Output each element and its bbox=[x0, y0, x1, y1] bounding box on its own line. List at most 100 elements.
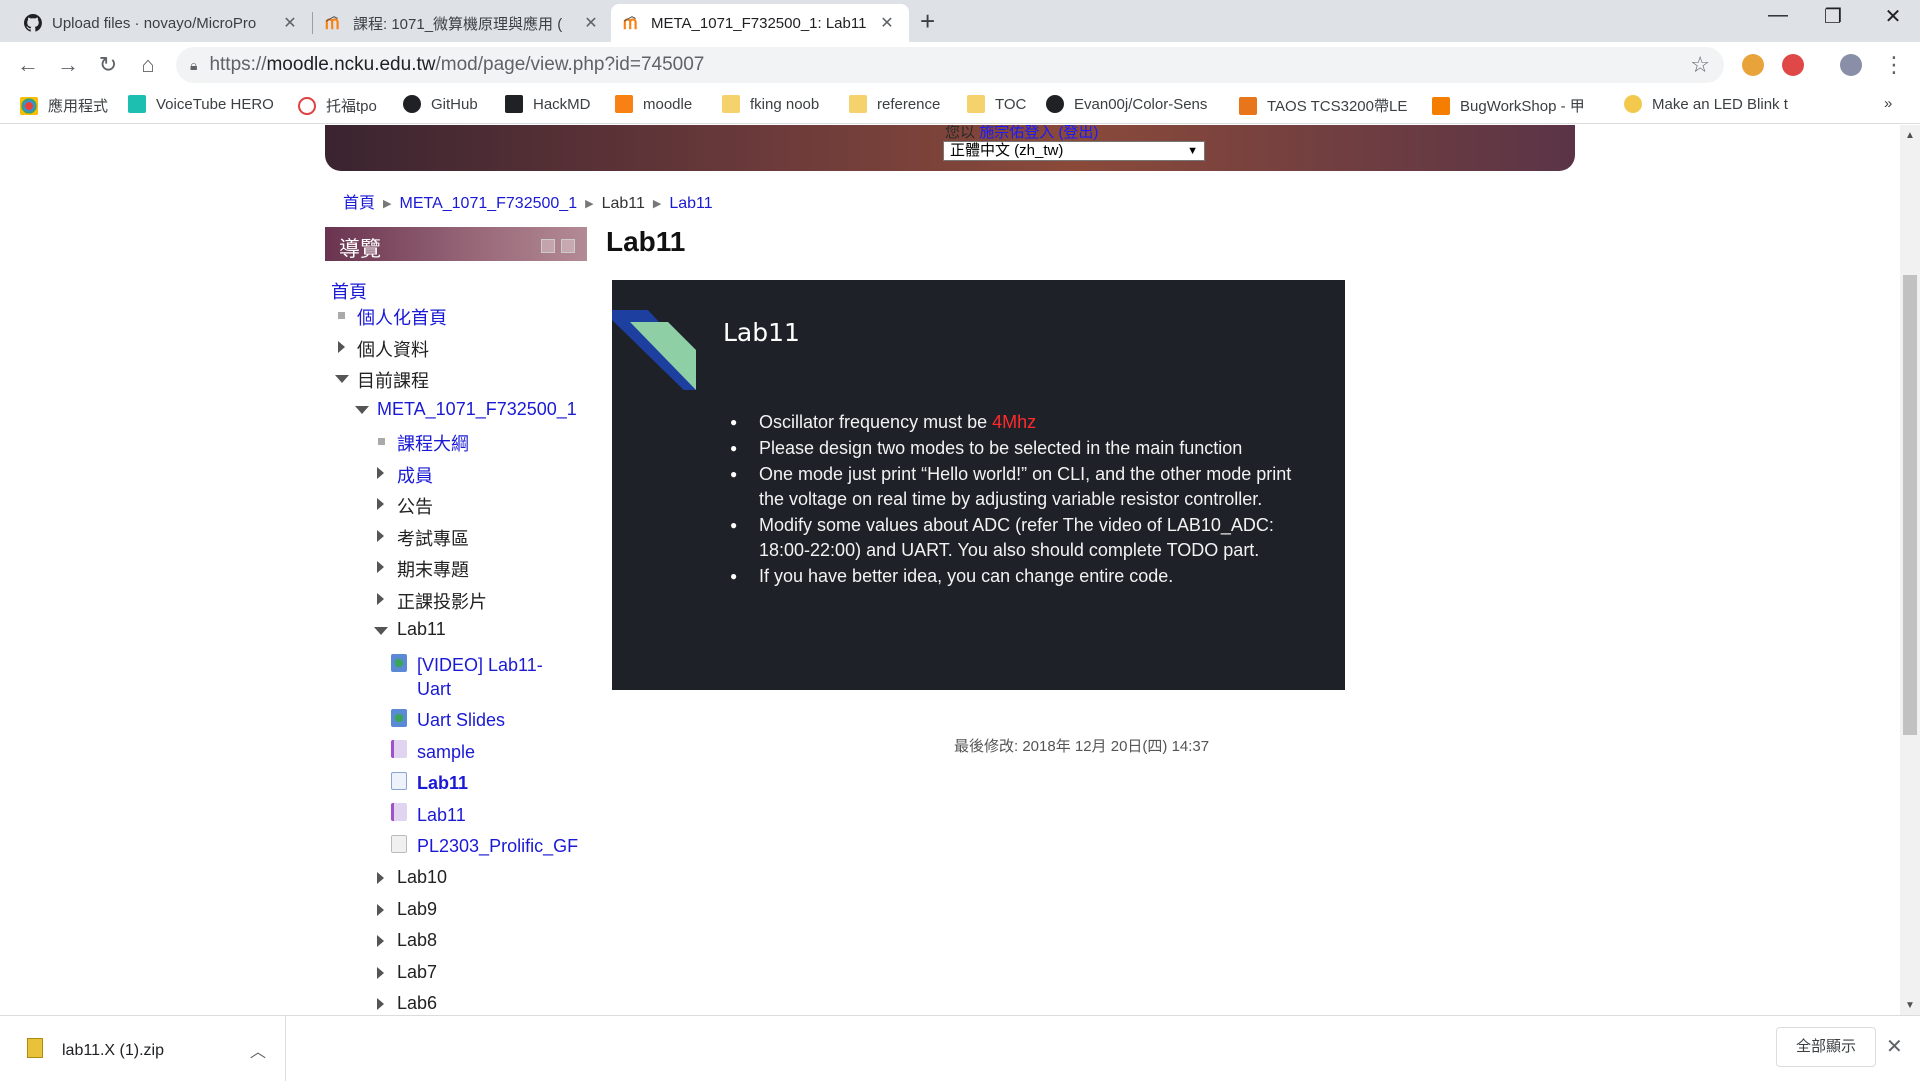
scroll-up-icon[interactable]: ▲ bbox=[1903, 130, 1917, 141]
nav-syllabus[interactable]: 課程大綱 bbox=[397, 430, 469, 456]
nav-video-lab11[interactable]: [VIDEO] Lab11- bbox=[417, 655, 543, 676]
close-window-button[interactable]: ✕ bbox=[1873, 4, 1913, 29]
nav-announcements[interactable]: 公告 bbox=[397, 493, 433, 519]
nav-lab6[interactable]: Lab6 bbox=[397, 993, 437, 1014]
nav-lecture-slides[interactable]: 正課投影片 bbox=[397, 588, 487, 614]
breadcrumb-current[interactable]: Lab11 bbox=[669, 195, 712, 212]
bookmarks-overflow-button[interactable]: » bbox=[1884, 95, 1892, 112]
back-arrow-icon[interactable]: ← bbox=[14, 52, 42, 78]
nav-participants[interactable]: 成員 bbox=[397, 462, 433, 488]
nav-lab10[interactable]: Lab10 bbox=[397, 867, 447, 888]
nav-sample[interactable]: sample bbox=[417, 742, 475, 763]
page-title: Lab11 bbox=[606, 226, 686, 257]
extension-shield-icon[interactable] bbox=[1782, 54, 1804, 76]
restore-button[interactable]: ❐ bbox=[1813, 4, 1853, 29]
logout-link[interactable]: 施宗佑登入 (登出) bbox=[979, 125, 1098, 141]
extension-people-icon[interactable] bbox=[1742, 54, 1764, 76]
reload-icon[interactable]: ↻ bbox=[94, 52, 122, 78]
nav-lab11-file[interactable]: Lab11 bbox=[417, 805, 466, 826]
bookmark-apps[interactable]: 應用程式 bbox=[20, 95, 108, 116]
bookmark-voicetube[interactable]: VoiceTube HERO bbox=[128, 95, 274, 113]
bookmark-label: Evan00j/Color-Sens bbox=[1074, 95, 1208, 113]
language-select[interactable]: 正體中文 (zh_tw) ▼ bbox=[943, 141, 1205, 161]
hackmd-icon bbox=[505, 95, 523, 113]
profile-avatar[interactable] bbox=[1840, 54, 1862, 76]
show-all-downloads-button[interactable]: 全部顯示 bbox=[1776, 1027, 1876, 1067]
expand-arrow-icon[interactable] bbox=[377, 530, 384, 542]
expand-arrow-icon[interactable] bbox=[377, 467, 384, 479]
close-tab-icon[interactable]: ✕ bbox=[280, 13, 300, 33]
nav-final-project[interactable]: 期末專題 bbox=[397, 556, 469, 582]
bookmark-github[interactable]: GitHub bbox=[403, 95, 478, 113]
bookmark-taos[interactable]: TAOS TCS3200帶LE bbox=[1239, 95, 1407, 116]
bookmark-folder-fking-noob[interactable]: fking noob bbox=[722, 95, 819, 113]
forward-arrow-icon[interactable]: → bbox=[54, 52, 82, 78]
expand-arrow-icon[interactable] bbox=[377, 935, 384, 947]
bookmark-moodle[interactable]: moodle bbox=[615, 95, 692, 113]
nav-lab11-section[interactable]: Lab11 bbox=[397, 619, 446, 640]
nav-dashboard[interactable]: 個人化首頁 bbox=[357, 304, 447, 330]
nav-course-meta[interactable]: META_1071_F732500_1 bbox=[377, 399, 577, 420]
folder-icon bbox=[722, 95, 740, 113]
tab-upload-files[interactable]: Upload files · novayo/MicroPro ✕ bbox=[12, 4, 312, 42]
close-tab-icon[interactable]: ✕ bbox=[877, 13, 897, 33]
expand-arrow-icon[interactable] bbox=[377, 904, 384, 916]
nav-exam-area[interactable]: 考試專區 bbox=[397, 525, 469, 551]
bookmark-folder-toc[interactable]: TOC bbox=[967, 95, 1026, 113]
bookmark-folder-reference[interactable]: reference bbox=[849, 95, 940, 113]
new-tab-button[interactable]: + bbox=[920, 6, 935, 37]
expand-arrow-icon[interactable] bbox=[377, 561, 384, 573]
menu-kebab-icon[interactable]: ⋮ bbox=[1880, 52, 1908, 78]
tab-course[interactable]: 課程: 1071_微算機原理與應用 ( ✕ bbox=[313, 4, 613, 42]
nav-lab8[interactable]: Lab8 bbox=[397, 930, 437, 951]
nav-profile[interactable]: 個人資料 bbox=[357, 336, 429, 362]
chevron-up-icon[interactable]: ︿ bbox=[250, 1038, 266, 1062]
bookmark-bugworkshop[interactable]: BugWorkShop - 甲 bbox=[1432, 95, 1585, 116]
collapse-block-icon[interactable] bbox=[541, 239, 555, 253]
nav-video-lab11-cont[interactable]: Uart bbox=[417, 679, 451, 700]
download-item[interactable]: lab11.X (1).zip ︿ bbox=[0, 1016, 286, 1081]
bookmark-led-blink[interactable]: Make an LED Blink t bbox=[1624, 95, 1788, 113]
bookmark-hackmd[interactable]: HackMD bbox=[505, 95, 591, 113]
bookmark-tpo[interactable]: 托福tpo bbox=[298, 95, 377, 116]
nav-pl2303-driver[interactable]: PL2303_Prolific_GF bbox=[417, 836, 582, 857]
tab-title: 課程: 1071_微算機原理與應用 ( bbox=[353, 15, 563, 33]
folder-icon bbox=[967, 95, 985, 113]
expand-arrow-icon[interactable] bbox=[338, 341, 345, 353]
close-download-bar-icon[interactable]: ✕ bbox=[1886, 1034, 1903, 1059]
file-icon bbox=[391, 835, 407, 853]
dock-block-icon[interactable] bbox=[561, 239, 575, 253]
bookmark-star-icon[interactable]: ☆ bbox=[1690, 52, 1710, 78]
lock-icon[interactable]: 🔒︎ bbox=[190, 57, 197, 74]
nav-lab7[interactable]: Lab7 bbox=[397, 962, 437, 983]
collapse-arrow-icon[interactable] bbox=[335, 375, 349, 383]
collapse-arrow-icon[interactable] bbox=[374, 627, 388, 635]
breadcrumb-separator-icon: ▶ bbox=[652, 198, 662, 210]
list-item: Modify some values about ADC (refer The … bbox=[730, 513, 1299, 563]
nav-lab11-page-current[interactable]: Lab11 bbox=[417, 773, 468, 794]
tab-lab11-active[interactable]: META_1071_F732500_1: Lab11 ✕ bbox=[611, 4, 909, 42]
bookmark-color-sens[interactable]: Evan00j/Color-Sens bbox=[1046, 95, 1207, 113]
expand-arrow-icon[interactable] bbox=[377, 998, 384, 1010]
collapse-arrow-icon[interactable] bbox=[355, 406, 369, 414]
dropdown-arrow-icon: ▼ bbox=[1187, 145, 1198, 157]
nav-home[interactable]: 首頁 bbox=[331, 278, 367, 304]
scroll-down-icon[interactable]: ▼ bbox=[1903, 1000, 1917, 1011]
expand-arrow-icon[interactable] bbox=[377, 967, 384, 979]
url-text[interactable]: https://moodle.ncku.edu.tw/mod/page/view… bbox=[209, 54, 704, 76]
minimize-button[interactable]: — bbox=[1758, 4, 1798, 27]
scrollbar-thumb[interactable] bbox=[1903, 275, 1917, 735]
nav-lab9[interactable]: Lab9 bbox=[397, 899, 437, 920]
nav-current-courses[interactable]: 目前課程 bbox=[357, 367, 429, 393]
bookmark-label: fking noob bbox=[750, 95, 820, 113]
expand-arrow-icon[interactable] bbox=[377, 872, 384, 884]
download-bar: lab11.X (1).zip ︿ 全部顯示 ✕ bbox=[0, 1015, 1920, 1081]
breadcrumb-course[interactable]: META_1071_F732500_1 bbox=[399, 195, 577, 212]
nav-uart-slides[interactable]: Uart Slides bbox=[417, 710, 505, 731]
home-icon[interactable]: ⌂ bbox=[134, 52, 162, 78]
expand-arrow-icon[interactable] bbox=[377, 593, 384, 605]
breadcrumb-home[interactable]: 首頁 bbox=[343, 195, 375, 212]
address-bar[interactable]: 🔒︎ https://moodle.ncku.edu.tw/mod/page/v… bbox=[176, 47, 1724, 83]
expand-arrow-icon[interactable] bbox=[377, 498, 384, 510]
close-tab-icon[interactable]: ✕ bbox=[581, 13, 601, 33]
